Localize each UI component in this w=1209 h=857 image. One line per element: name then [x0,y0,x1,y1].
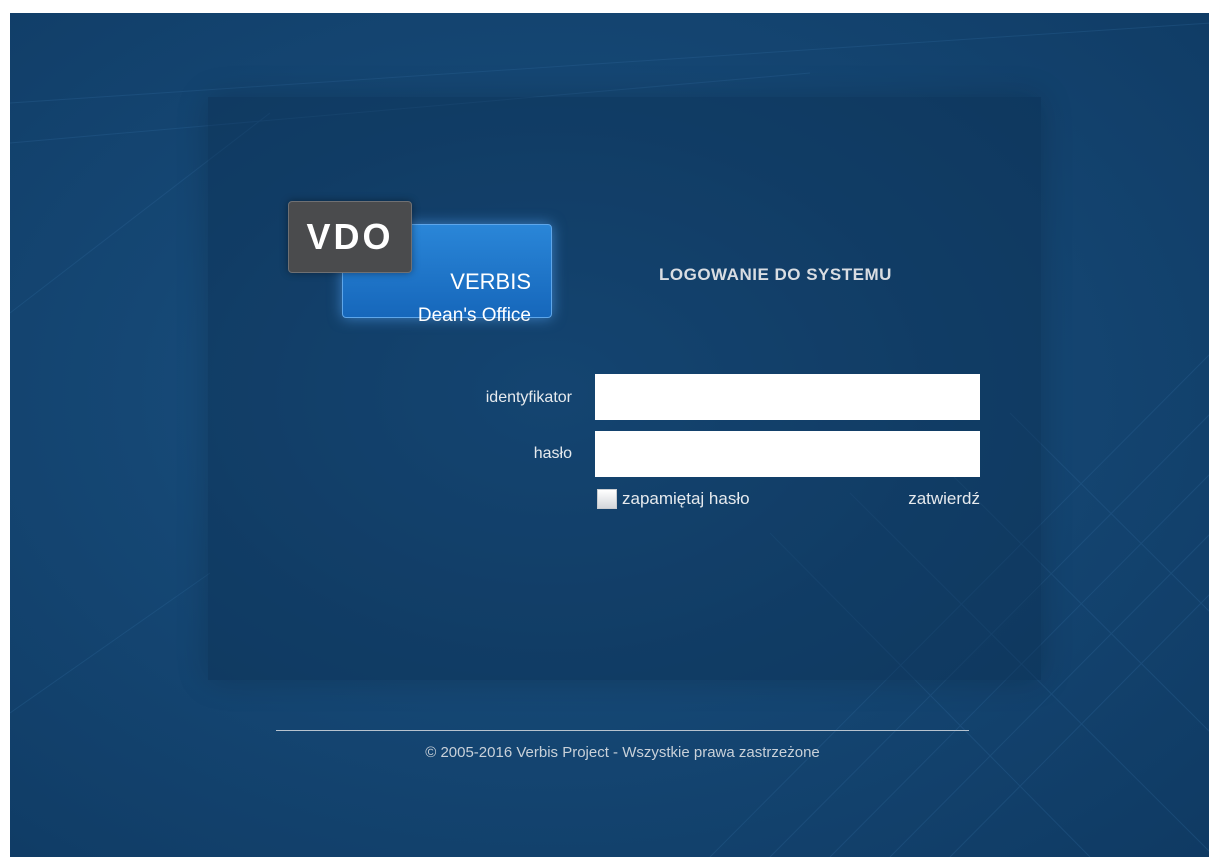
logo-deans-office-text: Dean's Office [417,305,531,326]
identifier-label: identyfikator [485,389,572,406]
login-panel: VERBIS Dean's Office VDO LOGOWANIE DO SY… [208,97,1041,680]
footer-divider [276,730,969,731]
logo-verbis-text: VERBIS [450,269,531,294]
password-input[interactable] [595,431,980,477]
password-label: hasło [533,445,572,462]
submit-link[interactable]: zatwierdź [908,489,980,509]
logo-vdo-mark: VDO [306,216,394,257]
vdo-logo: VERBIS Dean's Office VDO [288,201,558,326]
remember-checkbox[interactable] [597,489,617,509]
login-page-background: VERBIS Dean's Office VDO LOGOWANIE DO SY… [10,13,1209,857]
login-title: LOGOWANIE DO SYSTEMU [659,265,892,284]
remember-label: zapamiętaj hasło [622,489,750,508]
remember-password[interactable]: zapamiętaj hasło [597,487,750,511]
logo-dark-box: VDO [288,201,412,273]
identifier-input[interactable] [595,374,980,420]
footer-copyright: © 2005-2016 Verbis Project - Wszystkie p… [425,744,820,761]
